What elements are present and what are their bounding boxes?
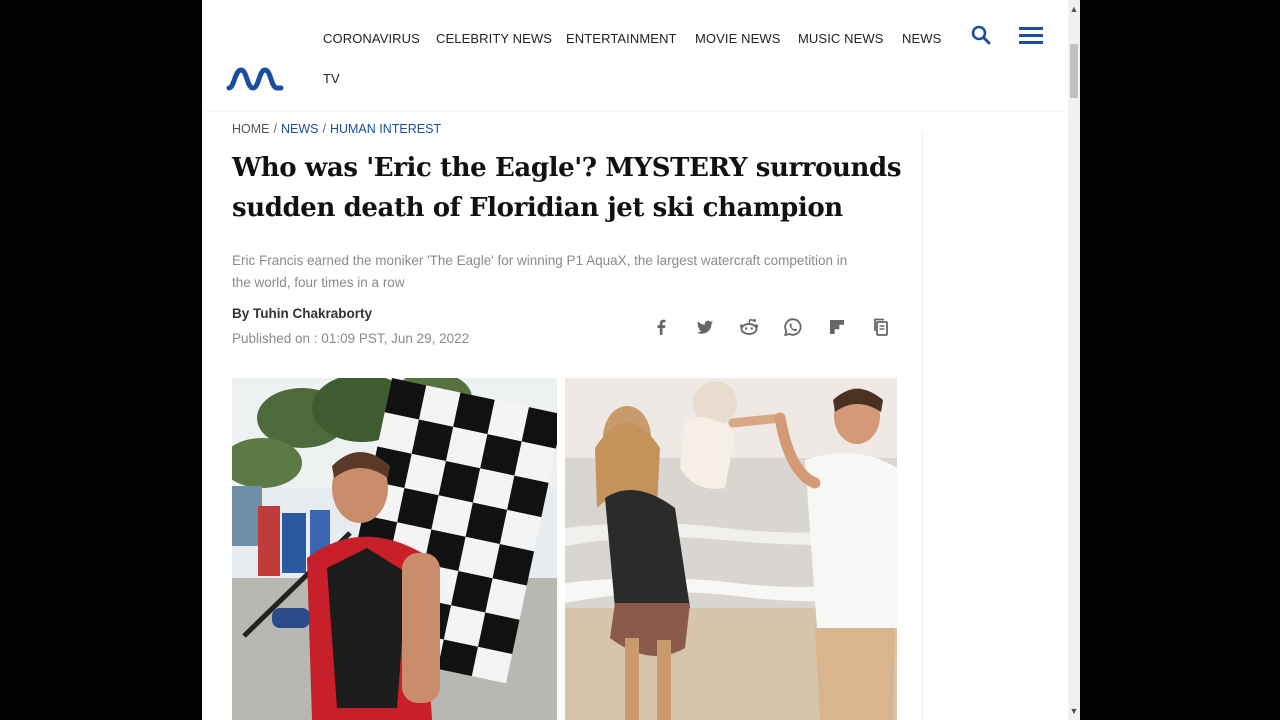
breadcrumb-separator: /	[273, 122, 277, 136]
search-icon[interactable]	[970, 24, 992, 46]
article-image-eric-with-flag[interactable]	[232, 378, 557, 720]
nav-item-celebrity-news[interactable]: CELEBRITY NEWS	[436, 31, 552, 46]
site-logo[interactable]	[226, 64, 284, 94]
vertical-scrollbar[interactable]: ▲ ▼	[1068, 0, 1080, 720]
share-bar	[648, 316, 898, 340]
sidebar-divider	[922, 132, 923, 720]
nav-item-news[interactable]: NEWS	[902, 31, 941, 46]
breadcrumb-human-interest[interactable]: HUMAN INTEREST	[330, 122, 441, 136]
nav-item-coronavirus[interactable]: CORONAVIRUS	[323, 31, 420, 46]
facebook-icon[interactable]	[650, 316, 672, 338]
twitter-icon[interactable]	[694, 316, 716, 338]
nav-item-entertainment[interactable]: ENTERTAINMENT	[566, 31, 677, 46]
breadcrumb-news[interactable]: NEWS	[281, 122, 319, 136]
published-date: Published on : 01:09 PST, Jun 29, 2022	[232, 331, 470, 346]
scrollbar-thumb[interactable]	[1070, 44, 1078, 98]
hamburger-menu-icon[interactable]	[1018, 24, 1044, 46]
byline-prefix: By	[232, 306, 250, 321]
article-summary: Eric Francis earned the moniker 'The Eag…	[232, 253, 848, 290]
breadcrumb-home[interactable]: HOME	[232, 122, 270, 136]
photo-illustration	[232, 378, 557, 720]
article-title: Who was 'Eric the Eagle'? MYSTERY surrou…	[232, 153, 902, 223]
breadcrumb-separator: /	[322, 122, 326, 136]
breadcrumb: HOME / NEWS / HUMAN INTEREST	[232, 122, 441, 136]
flipboard-icon[interactable]	[826, 316, 848, 338]
byline: By Tuhin Chakraborty	[232, 306, 372, 321]
photo-illustration	[565, 378, 897, 720]
nav-item-music-news[interactable]: MUSIC NEWS	[798, 31, 884, 46]
reddit-icon[interactable]	[738, 316, 760, 338]
nav-item-tv[interactable]: TV	[323, 71, 340, 86]
copy-link-icon[interactable]	[870, 316, 892, 338]
page: CORONAVIRUS CELEBRITY NEWS ENTERTAINMENT…	[202, 0, 1068, 720]
site-header: CORONAVIRUS CELEBRITY NEWS ENTERTAINMENT…	[202, 0, 1068, 110]
scroll-up-arrow-icon[interactable]: ▲	[1068, 2, 1080, 16]
whatsapp-icon[interactable]	[782, 316, 804, 338]
nav-item-movie-news[interactable]: MOVIE NEWS	[695, 31, 781, 46]
scroll-down-arrow-icon[interactable]: ▼	[1068, 704, 1080, 718]
article-image-family-beach[interactable]	[565, 378, 897, 720]
author-link[interactable]: Tuhin Chakraborty	[253, 306, 372, 321]
